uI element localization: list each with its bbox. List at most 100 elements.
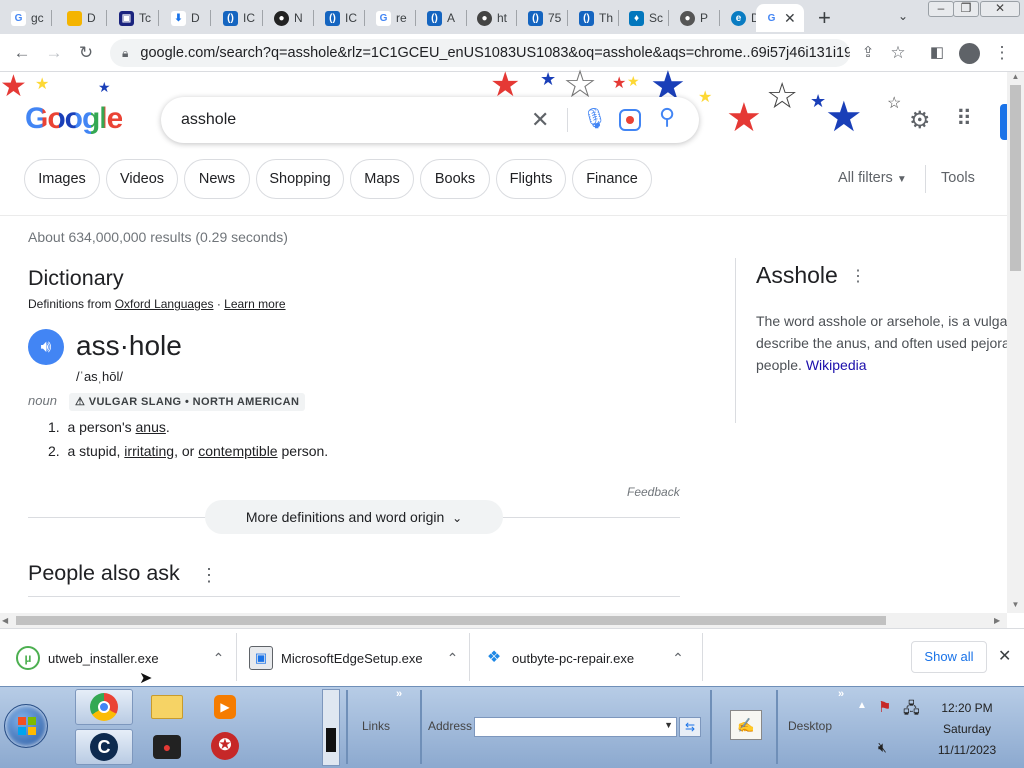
taskbar-recorder-button[interactable]: ● [138,729,196,765]
taskbar-app-button[interactable]: ✪ [196,729,254,765]
tab-1[interactable]: Ggc [2,4,46,32]
download-options-chevron-icon[interactable]: ⌃ [672,650,684,667]
voice-search-mic-icon[interactable]: 🎙︎ [582,106,607,131]
minimize-button[interactable]: – [928,1,954,17]
restore-button[interactable]: ❐ [953,1,979,17]
tab-search-chevron-icon[interactable]: ⌄ [898,9,908,23]
tab-7[interactable]: () IC [316,4,362,32]
search-input[interactable] [181,106,521,134]
new-tab-button[interactable]: + [818,5,831,31]
contemptible-link[interactable]: contemptible [198,443,277,459]
dictionary-heading: Dictionary [28,266,124,290]
clear-search-icon[interactable]: ✕ [531,106,549,134]
filter-chip-images[interactable]: Images [24,159,100,199]
tab-10[interactable]: ● ht [468,4,514,32]
horizontal-scroll-thumb[interactable] [16,616,886,625]
wikipedia-link[interactable]: Wikipedia [806,357,867,373]
vertical-scrollbar[interactable]: ▲ ▼ [1007,72,1024,613]
download-item-3[interactable]: ❖ outbyte-pc-repair.exe ⌃ [484,640,684,676]
filter-chip-maps[interactable]: Maps [350,159,414,199]
show-all-downloads-button[interactable]: Show all [911,641,987,673]
close-tab-icon[interactable]: ✕ [784,10,796,27]
address-bar[interactable]: 🔒︎ google.com/search?q=asshole&rlz=1C1GC… [110,39,850,67]
share-icon[interactable]: ⇪ [858,43,878,63]
links-toolbar-label[interactable]: Links [362,719,390,733]
taskbar-ccleaner-button[interactable]: C [75,729,133,765]
anus-link[interactable]: anus [136,419,166,435]
filter-chip-finance[interactable]: Finance [572,159,652,199]
tools-button[interactable]: Tools [941,170,975,186]
tab-12[interactable]: () Th [570,4,616,32]
desktop-toolbar-label[interactable]: Desktop [788,719,832,733]
taskbar-scroll[interactable] [322,689,340,766]
action-center-flag-icon[interactable]: ⚑ [878,698,891,716]
bookmark-star-icon[interactable]: ☆ [888,43,908,63]
lens-camera-icon[interactable] [619,109,641,131]
irritating-link[interactable]: irritating [124,443,174,459]
tab-4[interactable]: ⬇ D [162,4,208,32]
vertical-scroll-thumb[interactable] [1010,85,1021,271]
taskbar-explorer-button[interactable] [138,689,196,725]
show-desktop-icon[interactable]: ✍ [730,710,762,740]
taskbar-chrome-button[interactable] [75,689,133,725]
oxford-languages-link[interactable]: Oxford Languages [115,297,214,311]
tab-14[interactable]: ● P [671,4,717,32]
volume-muted-icon[interactable]: 🔇︎ [878,739,887,756]
tab-15[interactable]: eD [722,4,760,32]
tab-3[interactable]: ▣ Tc [110,4,156,32]
knowledge-panel-title: Asshole [756,262,838,288]
taskbar-address-input[interactable]: ▼ [474,717,677,737]
scroll-right-icon[interactable]: ▶ [994,613,1000,628]
scroll-down-icon[interactable]: ▼ [1007,600,1024,612]
tab-13[interactable]: ♦ Sc [620,4,666,32]
taskbar-media-button[interactable]: ▶ [196,689,254,725]
system-clock[interactable]: 12:20 PM Saturday 11/11/2023 [933,698,1001,761]
google-logo[interactable]: Google [25,102,123,136]
paa-more-icon[interactable]: ⋮ [200,565,218,586]
download-item-2[interactable]: ▣ MicrosoftEdgeSetup.exe ⌃ [249,640,458,676]
feedback-link[interactable]: Feedback [627,485,680,499]
filter-chip-news[interactable]: News [184,159,250,199]
kebab-menu-icon[interactable]: ⋮ [992,43,1012,63]
horizontal-scrollbar[interactable]: ◀ ▶ [0,613,1007,628]
pronounce-speaker-icon[interactable]: 🔊︎ [28,329,64,365]
dropdown-arrow-icon[interactable]: ▼ [664,720,673,730]
network-icon[interactable]: 🖧︎ [903,698,920,723]
tab-2[interactable]: D [58,4,104,32]
tab-9[interactable]: () A [418,4,464,32]
filter-chip-shopping[interactable]: Shopping [256,159,344,199]
scroll-up-icon[interactable]: ▲ [1007,72,1024,84]
links-chevron-icon[interactable]: » [396,688,402,700]
show-hidden-icons-icon[interactable]: ▲ [857,700,867,711]
outbyte-icon: ❖ [486,649,502,666]
reload-icon[interactable]: ↻ [76,43,96,63]
side-panel-icon[interactable]: ◧ [927,43,947,63]
filter-chip-flights[interactable]: Flights [496,159,566,199]
kp-more-icon[interactable]: ⋮ [850,266,866,286]
settings-gear-icon[interactable]: ⚙ [909,106,931,135]
filter-chip-books[interactable]: Books [420,159,490,199]
close-window-button[interactable]: ✕ [980,1,1020,17]
close-download-bar-icon[interactable]: ✕ [998,646,1011,666]
back-arrow-icon[interactable]: ← [12,43,32,63]
profile-avatar-icon[interactable] [959,43,980,64]
download-item-1[interactable]: µ utweb_installer.exe ⌃ [16,640,224,676]
download-options-chevron-icon[interactable]: ⌃ [447,650,459,667]
desktop-chevron-icon[interactable]: » [838,688,844,700]
tab-11[interactable]: () 75 [519,4,565,32]
tab-active[interactable]: GG✕ [756,4,804,32]
forward-arrow-icon[interactable]: → [44,43,64,63]
tab-8[interactable]: Gre [367,4,413,32]
more-definitions-button[interactable]: More definitions and word origin ⌄ [205,500,503,534]
search-magnifier-icon[interactable]: ⚲ [659,104,675,130]
download-options-chevron-icon[interactable]: ⌃ [213,650,225,667]
go-arrows-icon[interactable]: ⇆ [679,717,701,737]
filter-chip-videos[interactable]: Videos [106,159,178,199]
all-filters-dropdown[interactable]: All filters ▼ [838,170,907,186]
apps-grid-icon[interactable]: ⠿ [956,106,972,132]
tab-5[interactable]: () IC [214,4,260,32]
start-button-windows-icon[interactable] [4,704,48,748]
learn-more-link[interactable]: Learn more [224,297,285,311]
scroll-left-icon[interactable]: ◀ [2,613,8,628]
tab-6[interactable]: ● N [265,4,311,32]
